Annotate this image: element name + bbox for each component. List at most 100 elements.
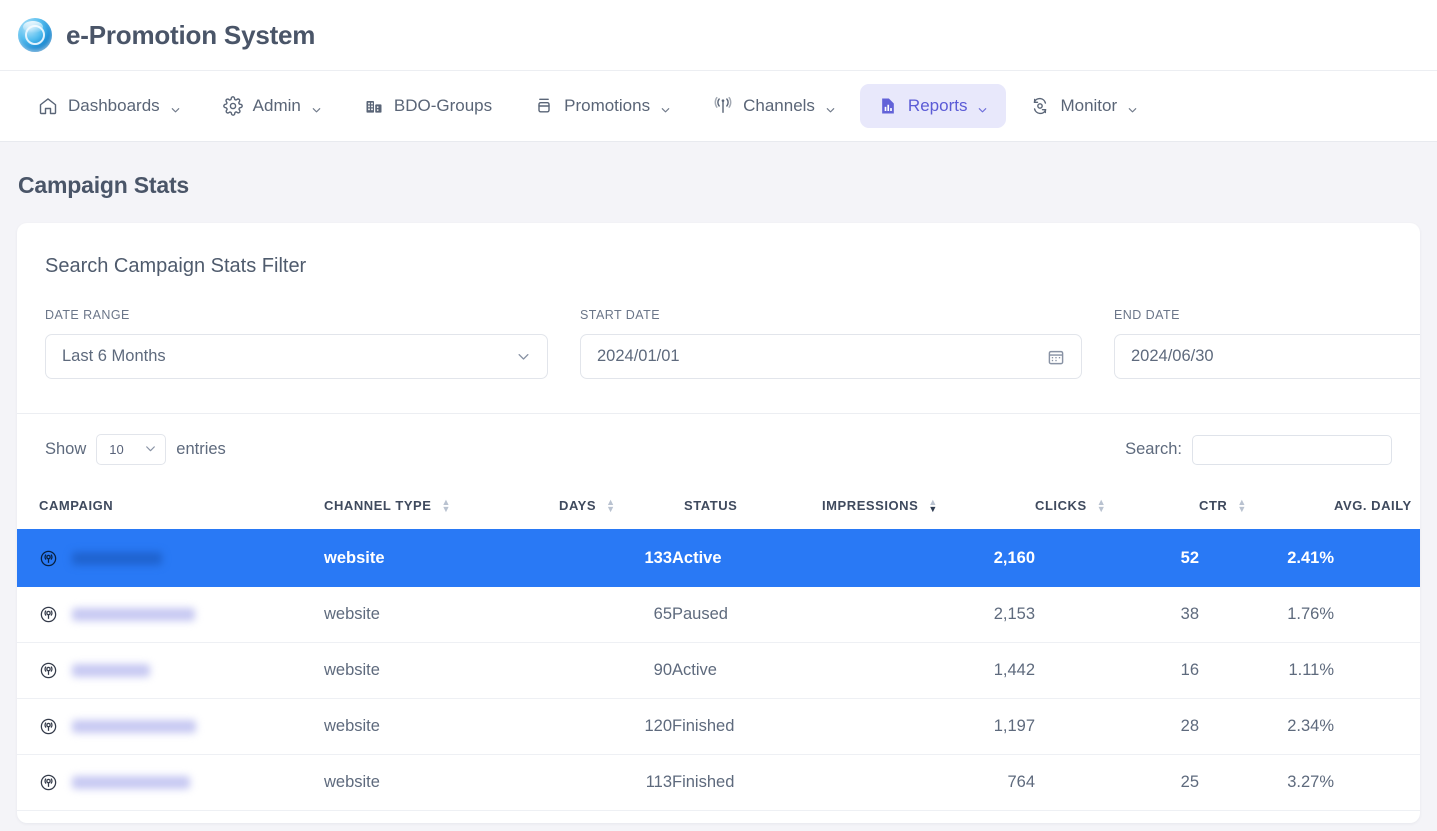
globe-logo-icon bbox=[18, 18, 52, 52]
cell-days: 133 bbox=[559, 530, 672, 587]
start-date-field: START DATE 2024/01/01 bbox=[580, 308, 1082, 379]
cell-clicks: 25 bbox=[1035, 754, 1199, 811]
cell-status: Finished bbox=[672, 698, 822, 755]
date-range-field: DATE RANGE Last 6 Months bbox=[45, 308, 548, 379]
cell-clicks: 16 bbox=[1035, 642, 1199, 699]
filter-row: DATE RANGE Last 6 Months START DATE 2024… bbox=[17, 278, 1420, 414]
nav-item-admin[interactable]: Admin bbox=[205, 84, 340, 128]
column-label-status: STATUS bbox=[684, 498, 738, 513]
cell-campaign[interactable] bbox=[17, 530, 324, 587]
chevron-down-icon bbox=[977, 101, 988, 112]
date-range-value: Last 6 Months bbox=[62, 347, 166, 365]
column-header-days[interactable]: DAYS ▲ ▼ bbox=[559, 484, 672, 531]
cell-channel-type: website bbox=[324, 530, 559, 587]
start-date-input[interactable]: 2024/01/01 bbox=[580, 334, 1082, 379]
cell-ctr: 2.34% bbox=[1199, 698, 1334, 755]
table-row[interactable]: website 113 Finished 764 25 3.27% bbox=[17, 754, 1420, 811]
search-control: Search: bbox=[1125, 434, 1392, 465]
sort-toggle-clicks[interactable]: ▲ ▼ bbox=[1097, 497, 1106, 513]
cell-avg-daily bbox=[1334, 530, 1420, 587]
filter-heading: Search Campaign Stats Filter bbox=[45, 255, 307, 277]
sort-toggle-days[interactable]: ▲ ▼ bbox=[606, 497, 615, 513]
campaign-stats-table: CAMPAIGN CHANNEL TYPE ▲ ▼ DAYS ▲ ▼ STATU… bbox=[17, 484, 1420, 811]
cell-avg-daily bbox=[1334, 754, 1420, 811]
sort-toggle-ctr[interactable]: ▲ ▼ bbox=[1237, 497, 1246, 513]
nav-label-bdo-groups: BDO-Groups bbox=[393, 96, 493, 115]
cell-status: Finished bbox=[672, 754, 822, 811]
search-label: Search: bbox=[1125, 440, 1182, 458]
end-date-input[interactable]: 2024/06/30 bbox=[1114, 334, 1420, 379]
search-input[interactable] bbox=[1192, 434, 1392, 465]
nav-item-monitor[interactable]: Monitor bbox=[1012, 84, 1156, 128]
column-header-campaign[interactable]: CAMPAIGN bbox=[17, 484, 324, 531]
table-row[interactable]: website 90 Active 1,442 16 1.11% bbox=[17, 642, 1420, 699]
date-range-select[interactable]: Last 6 Months bbox=[45, 334, 548, 379]
cell-campaign[interactable] bbox=[17, 586, 324, 643]
nav-item-reports[interactable]: Reports bbox=[859, 84, 1007, 128]
column-header-impressions[interactable]: IMPRESSIONS ▲ ▼ bbox=[822, 484, 1035, 531]
column-header-clicks[interactable]: CLICKS ▲ ▼ bbox=[1035, 484, 1199, 531]
nav-label-dashboards: Dashboards bbox=[68, 96, 160, 115]
column-label-impressions: IMPRESSIONS bbox=[822, 498, 919, 513]
campaign-name-redacted bbox=[72, 720, 196, 733]
cell-impressions: 1,197 bbox=[822, 698, 1035, 755]
chevron-down-icon bbox=[311, 101, 322, 112]
sort-toggle-channel-type[interactable]: ▲ ▼ bbox=[441, 497, 450, 513]
start-date-label: START DATE bbox=[580, 308, 660, 322]
page-content: Campaign Stats Search Campaign Stats Fil… bbox=[0, 142, 1437, 823]
cell-avg-daily bbox=[1334, 642, 1420, 699]
broadcast-icon bbox=[713, 96, 733, 116]
entries-per-page-select[interactable]: 10 bbox=[96, 434, 167, 465]
home-icon bbox=[38, 96, 58, 116]
cell-impressions: 2,153 bbox=[822, 586, 1035, 643]
column-header-avg-daily[interactable]: AVG. DAILY bbox=[1334, 484, 1420, 531]
main-navigation: Dashboards Admin BDO-Groups Promotions C… bbox=[0, 71, 1437, 142]
nav-item-channels[interactable]: Channels bbox=[695, 84, 854, 128]
cell-campaign[interactable] bbox=[17, 698, 324, 755]
cell-channel-type: website bbox=[324, 698, 559, 755]
cell-avg-daily bbox=[1334, 586, 1420, 643]
table-scroll-area[interactable]: CAMPAIGN CHANNEL TYPE ▲ ▼ DAYS ▲ ▼ STATU… bbox=[17, 484, 1420, 811]
show-label: Show bbox=[45, 440, 87, 458]
broadcast-radar-icon bbox=[39, 717, 58, 736]
page-title: Campaign Stats bbox=[18, 172, 190, 198]
chevron-down-icon bbox=[516, 349, 531, 364]
nav-item-dashboards[interactable]: Dashboards bbox=[20, 84, 199, 128]
chevron-down-icon bbox=[825, 101, 836, 112]
cell-ctr: 1.76% bbox=[1199, 586, 1334, 643]
cell-days: 90 bbox=[559, 642, 672, 699]
cell-ctr: 2.41% bbox=[1199, 530, 1334, 587]
table-row[interactable]: website 133 Active 2,160 52 2.41% bbox=[17, 530, 1420, 587]
cell-status: Active bbox=[672, 530, 822, 587]
end-date-value: 2024/06/30 bbox=[1131, 347, 1214, 365]
campaign-name-redacted bbox=[72, 608, 195, 621]
cell-campaign[interactable] bbox=[17, 642, 324, 699]
table-row[interactable]: website 120 Finished 1,197 28 2.34% bbox=[17, 698, 1420, 755]
broadcast-radar-icon bbox=[39, 661, 58, 680]
chevron-down-icon bbox=[144, 442, 157, 458]
column-header-status[interactable]: STATUS bbox=[672, 484, 822, 531]
cell-impressions: 1,442 bbox=[822, 642, 1035, 699]
campaign-stats-card: Search Campaign Stats Filter DATE RANGE … bbox=[17, 223, 1420, 823]
column-header-ctr[interactable]: CTR ▲ ▼ bbox=[1199, 484, 1334, 531]
sort-toggle-impressions[interactable]: ▲ ▼ bbox=[928, 497, 937, 513]
app-header: e-Promotion System bbox=[0, 0, 1437, 71]
nav-item-bdo-groups[interactable]: BDO-Groups bbox=[346, 84, 510, 128]
cell-days: 65 bbox=[559, 586, 672, 643]
end-date-field: END DATE 2024/06/30 bbox=[1114, 308, 1420, 379]
column-label-avg-daily: AVG. DAILY bbox=[1334, 498, 1412, 513]
cell-clicks: 38 bbox=[1035, 586, 1199, 643]
table-row[interactable]: website 65 Paused 2,153 38 1.76% bbox=[17, 586, 1420, 643]
show-entries-control: Show 10 entries bbox=[45, 434, 226, 465]
calendar-icon[interactable] bbox=[1047, 348, 1065, 366]
column-label-days: DAYS bbox=[559, 498, 597, 513]
column-header-channel-type[interactable]: CHANNEL TYPE ▲ ▼ bbox=[324, 484, 559, 531]
cell-channel-type: website bbox=[324, 642, 559, 699]
nav-item-promotions[interactable]: Promotions bbox=[516, 84, 689, 128]
cell-campaign[interactable] bbox=[17, 754, 324, 811]
end-date-label: END DATE bbox=[1114, 308, 1180, 322]
campaign-name-redacted bbox=[72, 776, 190, 789]
table-body: website 133 Active 2,160 52 2.41% website 65 Pau… bbox=[17, 530, 1420, 811]
entries-label: entries bbox=[176, 440, 226, 458]
table-header-row: CAMPAIGN CHANNEL TYPE ▲ ▼ DAYS ▲ ▼ STATU… bbox=[17, 484, 1420, 531]
